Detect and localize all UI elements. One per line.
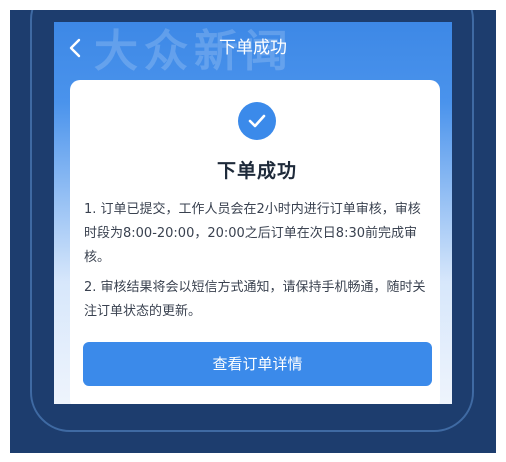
success-title: 下单成功	[216, 160, 297, 182]
notice-paragraph-1: 1. 订单已提交，工作人员会在2小时内进行订单审核，审核时段为8:00-20:0…	[84, 202, 421, 265]
success-card: 下单成功 1. 订单已提交，工作人员会在2小时内进行订单审核，审核时段为8:00…	[70, 80, 440, 404]
app-screen: 大众新闻 下单成功 下单成功 1. 订单已提交，工作人员会在2小时内进行订单审核…	[54, 22, 452, 404]
page-title: 下单成功	[219, 38, 287, 58]
device-frame: 大众新闻 下单成功 下单成功 1. 订单已提交，工作人员会在2小时内进行订单审核…	[10, 10, 496, 453]
view-order-details-button[interactable]: 查看订单详情	[83, 342, 432, 386]
notice-paragraph-2: 2. 审核结果将会以短信方式通知，请保持手机畅通，随时关注订单状态的更新。	[84, 280, 426, 319]
check-circle-icon	[238, 102, 276, 140]
